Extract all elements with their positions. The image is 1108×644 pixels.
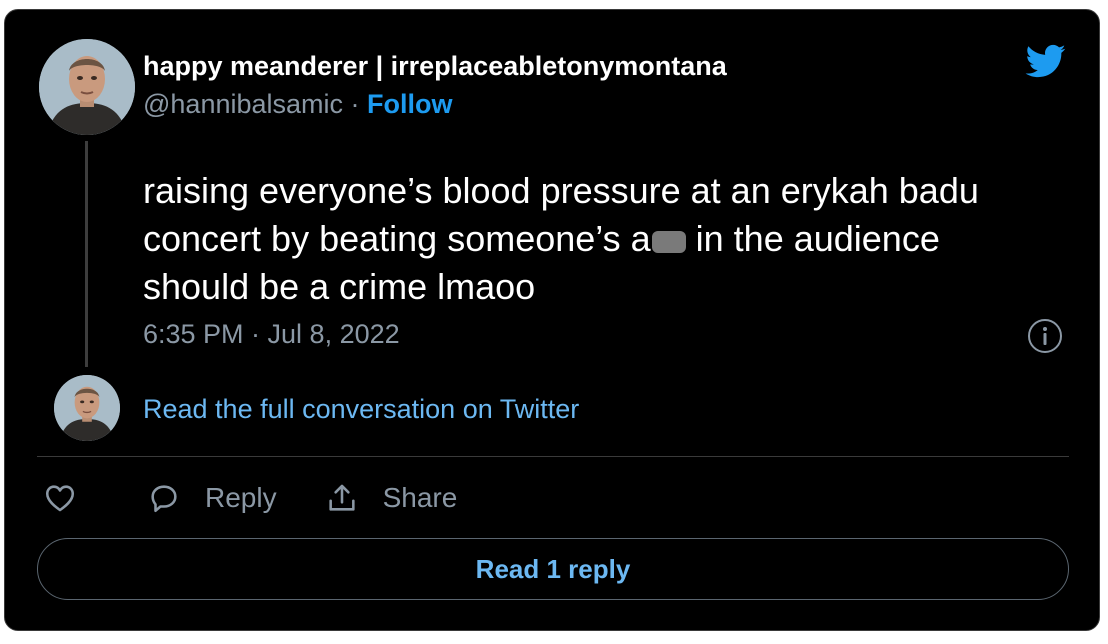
- tweet-embed-card: happy meanderer | irreplaceabletonymonta…: [4, 9, 1100, 631]
- read-replies-button[interactable]: Read 1 reply: [37, 538, 1069, 600]
- tweet-text-line: concert by beating someone’s a in the au…: [143, 215, 1083, 263]
- conversation-avatar-image: [54, 375, 120, 441]
- author-avatar[interactable]: [39, 39, 135, 135]
- tweet-text-line: raising everyone’s blood pressure at an …: [143, 170, 979, 211]
- share-label: Share: [382, 482, 458, 513]
- reply-button[interactable]: Reply: [147, 481, 277, 515]
- conversation-avatar[interactable]: [54, 375, 120, 441]
- tweet-text-segment: concert by beating someone’s a: [143, 218, 651, 259]
- share-button[interactable]: Share: [325, 481, 458, 515]
- heart-icon: [45, 485, 75, 512]
- author-display-name[interactable]: happy meanderer | irreplaceabletonymonta…: [143, 51, 727, 82]
- reply-label: Reply: [205, 482, 277, 513]
- read-replies-label: Read 1 reply: [475, 553, 631, 584]
- share-upload-icon: [328, 484, 355, 511]
- tweet-text: raising everyone’s blood pressure at an …: [143, 167, 1083, 311]
- info-icon[interactable]: [1027, 318, 1063, 354]
- censored-word-blur: [651, 231, 686, 253]
- follow-button[interactable]: Follow: [367, 89, 452, 119]
- handle-separator: ·: [350, 89, 360, 119]
- speech-bubble-icon: [151, 485, 177, 513]
- author-handle[interactable]: @hannibalsamic: [143, 89, 343, 119]
- tweet-text-line: should be a crime lmaoo: [143, 266, 536, 307]
- read-full-conversation-link[interactable]: Read the full conversation on Twitter: [143, 394, 579, 425]
- tweet-text-segment: in the audience: [685, 218, 940, 259]
- author-avatar-image: [39, 39, 135, 135]
- twitter-bird-icon[interactable]: [1021, 40, 1069, 82]
- divider: [37, 456, 1069, 457]
- tweet-timestamp[interactable]: 6:35 PM · Jul 8, 2022: [143, 319, 400, 350]
- author-handle-row: @hannibalsamic · Follow: [143, 89, 453, 120]
- like-button[interactable]: [43, 481, 77, 515]
- tweet-actions: Reply Share: [43, 476, 457, 520]
- thread-connector-line: [85, 141, 88, 367]
